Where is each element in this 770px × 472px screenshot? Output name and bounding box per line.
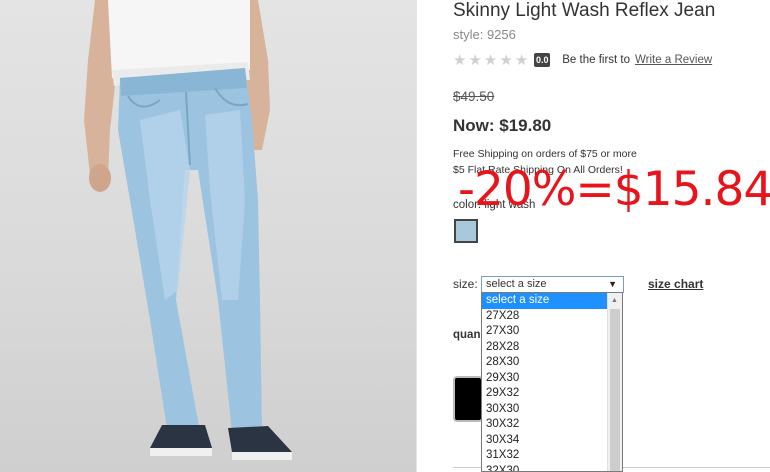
star-icon: ★ <box>483 51 498 69</box>
original-price: $49.50 <box>453 89 495 104</box>
product-style-number: style: 9256 <box>453 27 516 42</box>
size-option[interactable]: 30X34 <box>482 433 607 449</box>
sale-price: Now: $19.80 <box>453 116 552 135</box>
color-swatch-light-wash[interactable] <box>454 219 478 243</box>
star-icon: ★ <box>514 51 529 69</box>
product-details: Skinny Light Wash Reflex Jean style: 925… <box>416 0 770 472</box>
promo-overlay-text: -20%=$15.84 <box>458 162 770 217</box>
star-icon: ★ <box>453 51 467 69</box>
size-option[interactable]: 29X30 <box>482 371 607 387</box>
scroll-thumb[interactable] <box>610 309 620 471</box>
dropdown-scrollbar[interactable]: ▲ <box>607 293 622 471</box>
size-option[interactable]: 32X30 <box>482 464 607 472</box>
size-option[interactable]: 28X28 <box>482 340 607 356</box>
size-dropdown-list[interactable]: select a size 27X28 27X30 28X28 28X30 29… <box>481 292 623 472</box>
size-option[interactable]: 27X28 <box>482 309 607 325</box>
rating-score-badge: 0.0 <box>534 53 551 67</box>
product-image <box>0 0 416 472</box>
rating-row: ★ ★ ★ ★ ★ 0.0 Be the first to Write a Re… <box>453 52 712 68</box>
shipping-info-free: Free Shipping on orders of $75 or more <box>453 148 637 160</box>
quantity-label: quan <box>453 329 481 341</box>
add-to-bag-button[interactable] <box>453 376 483 422</box>
star-icon: ★ <box>499 51 513 69</box>
first-review-text: Be the first to <box>562 54 631 66</box>
caret-down-icon: ▼ <box>608 279 617 289</box>
size-option[interactable]: 29X32 <box>482 386 607 402</box>
star-icon: ★ <box>468 51 482 69</box>
size-option[interactable]: 30X32 <box>482 417 607 433</box>
size-label: size: <box>453 277 478 291</box>
product-title: Skinny Light Wash Reflex Jean <box>453 0 716 21</box>
jeans-model-illustration <box>84 0 292 460</box>
rating-stars: ★ ★ ★ ★ ★ <box>453 53 528 68</box>
size-option[interactable]: 27X30 <box>482 324 607 340</box>
size-option[interactable]: 31X32 <box>482 448 607 464</box>
write-review-link[interactable]: Write a Review <box>635 54 712 66</box>
size-select-value: select a size <box>486 278 547 290</box>
size-option[interactable]: 30X30 <box>482 402 607 418</box>
size-option[interactable]: 28X30 <box>482 355 607 371</box>
scroll-up-icon[interactable]: ▲ <box>611 297 618 304</box>
size-option[interactable]: select a size <box>482 293 607 309</box>
size-select[interactable]: select a size ▼ <box>481 276 624 293</box>
size-chart-link[interactable]: size chart <box>648 277 703 291</box>
